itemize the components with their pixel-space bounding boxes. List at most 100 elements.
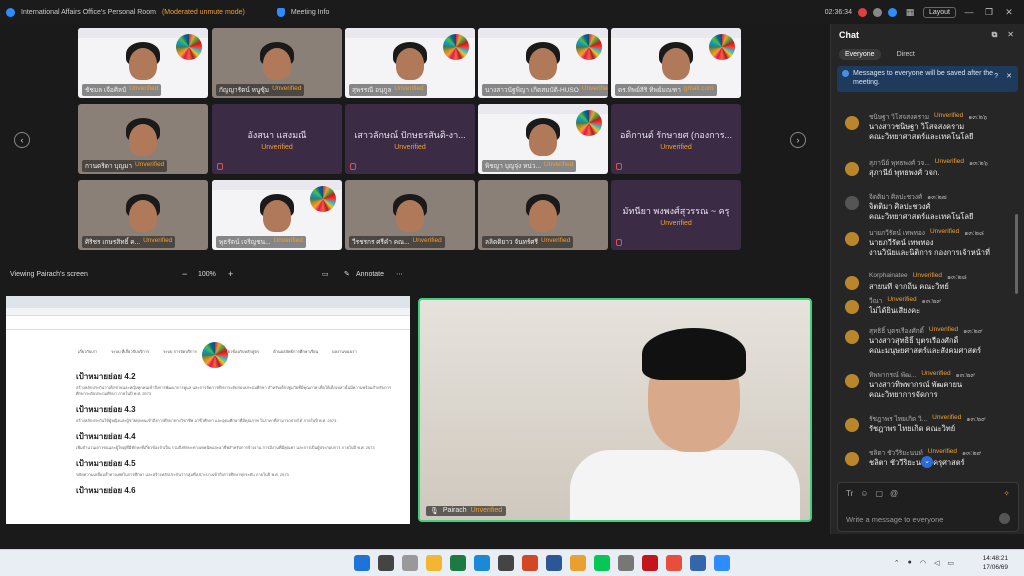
participant-tile[interactable]: วีรชรกร ศรีคำ คณ... Unverified [345,180,475,250]
zoom-taskbar-icon[interactable] [714,555,730,571]
view-options-icon[interactable]: ▭ [322,270,329,278]
participant-tile[interactable]: ศิริชร เกษรสิทธิ์ ค... Unverified [78,180,208,250]
status-icon[interactable] [872,7,882,17]
participant-tile[interactable]: มัทนียา พงพงศ์สุวรรณ ~ ครุ Unverified [611,180,741,250]
clock-date: 17/06/69 [982,564,1008,571]
terminal-icon[interactable] [498,555,514,571]
close-icon[interactable]: ✕ [1002,7,1016,18]
windows-taskbar: ⌃ ● ◠ ◁ ▭ 14:48:21 17/06/69 [0,549,1024,576]
mic-icon: 🎙 [430,508,439,515]
participant-tile[interactable]: นางสาวนัฐพิญา เกิดสมบัติ-HUSOUnverified [478,28,608,98]
participant-tile[interactable]: อังสนา แสงมณี Unverified [212,104,342,174]
layout-button[interactable]: Layout [922,6,956,18]
avatar-icon [845,162,859,176]
powerpoint-icon[interactable] [522,555,538,571]
chat-close-icon[interactable]: ✕ [1007,30,1014,40]
site-nav-item[interactable]: ผลงานของเรา [332,348,357,355]
section-heading: เป้าหมายย่อย 4.6 [76,486,136,495]
participant-face [529,124,557,156]
participant-tile[interactable]: พิชญา บุญจุ่ง หน่ว... Unverified [478,104,608,174]
browser-bookmarks-bar [6,316,410,330]
send-icon[interactable] [999,513,1010,524]
message-line: รัชฎาพร ไทยเกิด คณะวิทย์ [869,424,956,433]
grid-icon[interactable]: ▦ [903,7,917,18]
gallery-prev-arrow-icon[interactable]: ‹ [14,132,30,148]
line-icon[interactable] [594,555,610,571]
start-icon[interactable] [354,555,370,571]
word-icon[interactable] [546,555,562,571]
participant-tile[interactable]: อดิกานต์ รักษายศ (กองการ... Unverified [611,104,741,174]
shared-screen[interactable]: เกี่ยวกับเรา ระบบ ที่เกี่ยวกับบริการ ระบบ … [6,296,410,524]
file-explorer-icon[interactable] [426,555,442,571]
annotate-icon[interactable]: ✎ [344,270,350,278]
tray-mic-icon[interactable]: ● [908,559,912,567]
ai-compose-icon[interactable]: ✧ [1003,489,1010,498]
clock[interactable]: 14:48:21 17/06/69 [983,554,1008,572]
security-icon[interactable] [887,7,897,17]
participant-face [263,48,291,80]
settings-icon[interactable] [402,555,418,571]
participant-tile[interactable]: สุพรรณี อนุกูล Unverified [345,28,475,98]
zoom-out-button[interactable]: − [182,269,187,279]
tray-volume-icon[interactable]: ◁ [934,559,939,567]
tray-wifi-icon[interactable]: ◠ [920,559,926,567]
message-line: คณะวิทยาการจัดการ [869,390,938,399]
firefox-icon[interactable] [690,555,706,571]
participant-tile[interactable]: กัญญารัตน์ หนูซุ้ม Unverified [212,28,342,98]
message-line: คณะมนุษยศาสตร์และสังคมศาสตร์ [869,346,981,355]
acrobat-icon[interactable] [642,555,658,571]
excel-icon[interactable] [450,555,466,571]
site-nav-item[interactable]: ด้านผลลัพธ์การศึกษาเรียน [273,348,318,355]
message-line: ชลิตา ชัววีริยะนนท์ ครุศาสตร์ [869,458,965,467]
site-nav-item[interactable]: ระบบ การจัดบริการ [163,348,197,355]
participant-name-tag: พิชญา บุญจุ่ง หน่ว... Unverified [482,160,577,172]
site-nav-item[interactable]: เกี่ยวกับเรา [78,348,97,355]
participant-name-tag: ศิริชร เกษรสิทธิ์ ค... Unverified [82,236,176,248]
participant-tile[interactable]: ดร.ทิพย์สิริ ทิพย์มณฑา gmail.com [611,28,741,98]
gallery-next-arrow-icon[interactable]: › [790,132,806,148]
maximize-icon[interactable]: ❐ [982,7,996,18]
message-time: ๑๓:๒๙ [921,298,942,305]
participant-unverified: Unverified [412,237,442,244]
notice-close-icon[interactable]: ✕ [1006,72,1012,81]
more-options-icon[interactable]: ⋯ [396,270,403,278]
tab-direct[interactable]: Direct [891,49,921,60]
app-icon[interactable] [618,555,634,571]
tray-battery-icon[interactable]: ▭ [947,559,954,567]
participant-tile[interactable]: พุธรัตน์ เจริญชน... Unverified [212,180,342,250]
tray-chevron-icon[interactable]: ⌃ [894,559,900,567]
attach-icon[interactable]: ▢ [875,489,883,498]
format-text-icon[interactable]: Tr [846,489,853,498]
chat-scrollbar[interactable] [1015,214,1018,294]
participant-face [263,200,291,232]
chat-input[interactable]: Write a message to everyone [846,515,943,524]
chrome-icon[interactable] [570,555,586,571]
minimize-icon[interactable]: — [962,7,976,17]
photos-icon[interactable] [666,555,682,571]
sender-unverified: Unverified [887,296,917,303]
search-icon[interactable] [378,555,394,571]
zoom-in-button[interactable]: + [228,269,233,279]
emoji-icon[interactable]: ☺ [860,489,868,498]
shield-icon[interactable] [276,7,285,17]
participant-tile[interactable]: กานดริดา บุญมา Unverified [78,104,208,174]
annotate-button[interactable]: Annotate [356,271,384,278]
zoom-logo-icon [6,7,15,17]
meeting-info-button[interactable]: Meeting Info [291,9,330,16]
popout-icon[interactable]: ⧉ [992,30,998,40]
tab-everyone[interactable]: Everyone [839,48,881,60]
help-icon[interactable]: ? [994,72,998,81]
participant-tile[interactable]: เสาวลักษณ์ ปักษธรสันติ-งา... Unverified [345,104,475,174]
mention-icon[interactable]: @ [890,489,898,498]
participant-name: ศิริชร เกษรสิทธิ์ ค... [85,239,141,246]
edge-icon[interactable] [474,555,490,571]
site-nav-item[interactable]: ระบบ ที่เกี่ยวกับบริการ [111,348,149,355]
active-speaker-video[interactable]: 🎙 Pairach Unverified [418,298,812,522]
record-icon[interactable] [857,7,867,17]
participant-unverified: Unverified [135,161,165,168]
participant-tile[interactable]: ชัชมล เจือศิลป์ Unverified [78,28,208,98]
message-time: ๑๓:๒๙ [963,328,983,335]
jump-to-latest-icon[interactable]: ⌄ [921,456,933,468]
participant-unverified: Unverified [660,144,692,151]
participant-tile[interactable]: ลลิตติยาว จันทร์ศรี Unverified [478,180,608,250]
